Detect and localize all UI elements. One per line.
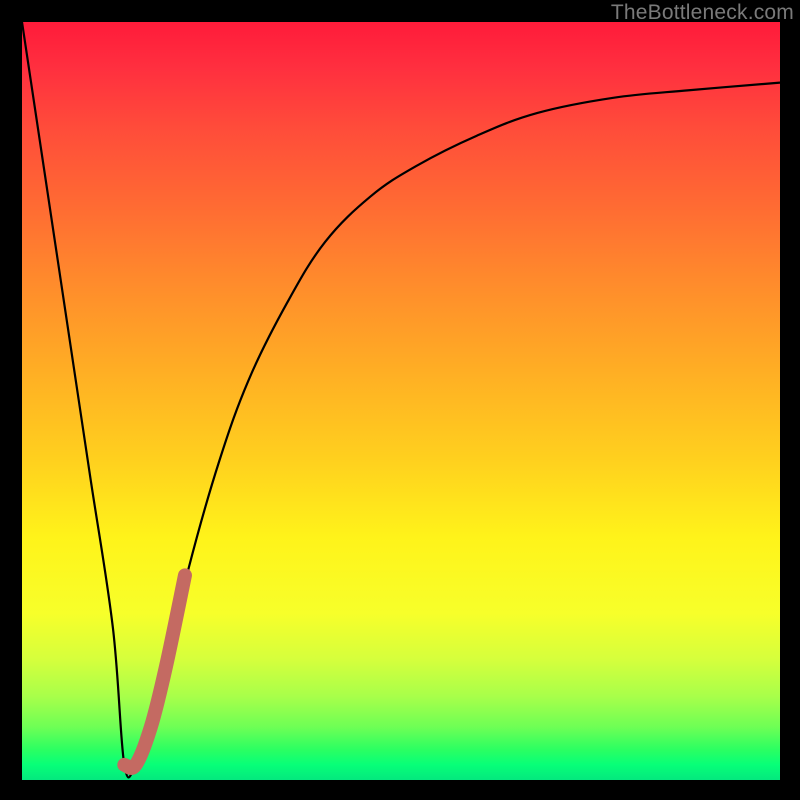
highlight-segment — [124, 575, 185, 768]
overlay-layer — [22, 22, 780, 780]
chart-frame: TheBottleneck.com — [0, 0, 800, 800]
plot-area — [22, 22, 780, 780]
